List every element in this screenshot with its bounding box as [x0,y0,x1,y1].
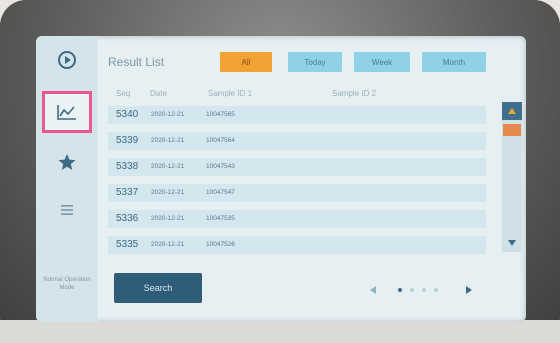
star-icon [57,152,77,172]
page-dot [422,288,426,292]
search-button[interactable]: Search [114,273,202,303]
row-sample-id-1: 10047543 [206,163,235,170]
page-title: Result List [108,55,165,69]
filter-today-button[interactable]: Today [288,52,342,72]
table-row[interactable]: 5339 2020-12-21 10047564 [108,132,486,150]
table-row[interactable]: 5338 2020-12-21 10047543 [108,158,486,176]
mode-label: Normal Operation Mode [43,277,91,291]
sidebar-item-favorites[interactable] [45,144,89,180]
row-seq: 5335 [116,239,139,250]
row-date: 2020-12-21 [151,137,185,144]
row-date: 2020-12-21 [151,189,185,196]
play-icon [57,50,77,70]
row-sample-id-1: 10047564 [206,137,235,144]
column-header-seq: Seq [116,89,131,98]
sidebar-item-results[interactable] [42,91,92,133]
row-seq: 5337 [116,187,139,198]
row-date: 2020-12-21 [151,111,185,118]
scroll-up-button[interactable] [502,102,522,120]
row-sample-id-1: 10047526 [206,241,235,248]
menu-icon [57,200,77,220]
pagination [358,283,486,297]
row-date: 2020-12-21 [151,241,185,248]
page-dot [434,288,438,292]
page-dot-active [398,288,402,292]
row-sample-id-1: 10047547 [206,189,235,196]
row-seq: 5340 [116,109,139,120]
row-seq: 5339 [116,135,139,146]
sidebar-item-play[interactable] [45,42,89,78]
scroll-thumb[interactable] [503,124,521,136]
sidebar-item-menu[interactable] [45,192,89,228]
filter-month-button[interactable]: Month [422,52,486,72]
filter-all-button[interactable]: All [220,52,272,72]
screen: Normal Operation Mode Result List All To… [36,36,526,322]
next-page-icon[interactable] [462,283,476,297]
chart-line-icon [55,102,79,122]
row-date: 2020-12-21 [151,215,185,222]
table-row[interactable]: 5335 2020-12-21 10047526 [108,236,486,254]
table-row[interactable]: 5337 2020-12-21 10047547 [108,184,486,202]
column-header-sample-id-2: Sample ID 2 [332,89,377,98]
column-header-date: Date [150,89,167,98]
sidebar: Normal Operation Mode [36,36,98,322]
previous-page-icon[interactable] [366,283,380,297]
triangle-down-icon [507,234,517,252]
row-seq: 5338 [116,161,139,172]
row-seq: 5336 [116,213,139,224]
triangle-up-icon [507,102,517,120]
row-sample-id-1: 10047565 [206,111,235,118]
row-sample-id-1: 10047535 [206,215,235,222]
scroll-down-button[interactable] [502,234,522,252]
scrollbar[interactable] [502,102,522,252]
table-row[interactable]: 5340 2020-12-21 10047565 [108,106,486,124]
column-header-sample-id-1: Sample ID 1 [208,89,253,98]
page-dot [410,288,414,292]
filter-week-button[interactable]: Week [354,52,410,72]
table-row[interactable]: 5336 2020-12-21 10047535 [108,210,486,228]
row-date: 2020-12-21 [151,163,185,170]
device-base [0,320,560,343]
